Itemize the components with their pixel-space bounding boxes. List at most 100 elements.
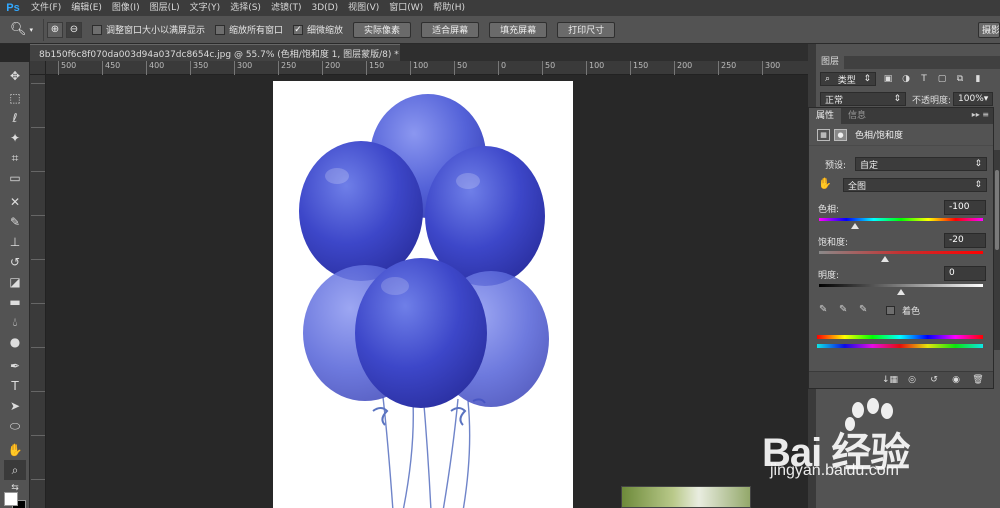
ellipse-tool-icon[interactable]: ⬭ bbox=[4, 416, 26, 436]
zoom-tool-preset[interactable]: 🔍︎ ▾ bbox=[0, 18, 44, 41]
blend-mode-select[interactable]: 正常 ⇕ bbox=[820, 92, 906, 106]
ruler-mark: 150 bbox=[366, 61, 384, 75]
chevron-down-icon: ⇕ bbox=[974, 180, 982, 190]
visibility-eye-icon[interactable]: ◉ bbox=[945, 375, 967, 385]
hand-target-icon[interactable]: ✋ bbox=[818, 177, 832, 190]
pen-tool-icon[interactable]: ✒ bbox=[4, 356, 26, 376]
type-tool-icon[interactable]: T bbox=[4, 376, 26, 396]
ruler-mark: 150 bbox=[630, 61, 648, 75]
move-tool-icon[interactable]: ✥ bbox=[4, 66, 26, 86]
trash-icon[interactable]: 🗑︎ bbox=[967, 375, 989, 385]
marquee-tool-icon[interactable]: ⬚ bbox=[4, 88, 26, 108]
brush-tool-icon[interactable]: ✎ bbox=[4, 212, 26, 232]
zoom-out-button[interactable]: ⊖ bbox=[66, 21, 82, 38]
ruler-mark: 300 bbox=[762, 61, 780, 75]
ruler-mark: 300 bbox=[234, 61, 252, 75]
menu-view[interactable]: 视图(V) bbox=[343, 0, 384, 16]
tab-layers[interactable]: 图层 bbox=[816, 56, 845, 69]
menu-image[interactable]: 图像(I) bbox=[107, 0, 145, 16]
lightness-input[interactable]: 0 bbox=[944, 266, 986, 281]
scrollbar-thumb[interactable] bbox=[995, 170, 999, 250]
panel-scrollbar[interactable] bbox=[994, 150, 1000, 350]
adjustment-icon[interactable]: ▦ bbox=[817, 128, 830, 141]
eyedropper-subtract-icon[interactable]: ✎ bbox=[859, 304, 867, 315]
eyedropper-add-icon[interactable]: ✎ bbox=[839, 304, 847, 315]
zoom-in-button[interactable]: ⊕ bbox=[47, 21, 63, 38]
ruler-mark: 100 bbox=[410, 61, 428, 75]
document-canvas[interactable] bbox=[273, 81, 573, 508]
lasso-tool-icon[interactable]: ℓ bbox=[4, 108, 26, 128]
tab-properties[interactable]: 属性 bbox=[809, 108, 842, 124]
image-filter-icon[interactable]: ▣ bbox=[882, 73, 894, 85]
type-filter-icon[interactable]: T bbox=[918, 73, 930, 85]
saturation-input[interactable]: -20 bbox=[944, 233, 986, 248]
clone-stamp-tool-icon[interactable]: ⊥ bbox=[4, 232, 26, 252]
menu-help[interactable]: 帮助(H) bbox=[428, 0, 470, 16]
layer-filter-select[interactable]: ⌕ 类型 ⇕ bbox=[820, 72, 876, 86]
zoom-all-windows-checkbox[interactable]: 缩放所有窗口 bbox=[215, 23, 283, 36]
menu-window[interactable]: 窗口(W) bbox=[384, 0, 428, 16]
reset-icon[interactable]: ↺ bbox=[923, 375, 945, 385]
resize-windows-checkbox[interactable]: 调整窗口大小以满屏显示 bbox=[92, 23, 205, 36]
opacity-field[interactable]: 100% ▾ bbox=[953, 92, 994, 106]
crop-tool-icon[interactable]: ⌗ bbox=[4, 148, 26, 168]
properties-header: ▦ ● 色相/饱和度 bbox=[809, 124, 993, 146]
magic-wand-tool-icon[interactable]: ✦ bbox=[4, 128, 26, 148]
menu-file[interactable]: 文件(F) bbox=[26, 0, 66, 16]
menu-select[interactable]: 选择(S) bbox=[225, 0, 266, 16]
lightness-slider-thumb[interactable] bbox=[897, 289, 905, 295]
workspace-button[interactable]: 摄影 bbox=[978, 21, 1000, 38]
dodge-tool-icon[interactable]: ● bbox=[4, 332, 26, 352]
scrubby-zoom-checkbox[interactable]: ✓ 细微缩放 bbox=[293, 23, 343, 36]
healing-brush-tool-icon[interactable]: ✕ bbox=[4, 192, 26, 212]
eyedropper-icon[interactable]: ✎ bbox=[819, 304, 827, 315]
document-tab[interactable]: 8b150f6c8f070da003d94a037dc8654c.jpg @ 5… bbox=[30, 44, 412, 61]
ruler-origin[interactable] bbox=[30, 61, 46, 75]
tab-info[interactable]: 信息 bbox=[841, 108, 873, 124]
hue-slider-thumb[interactable] bbox=[851, 223, 860, 229]
hand-tool-icon[interactable]: ✋ bbox=[4, 440, 26, 460]
clip-to-layer-icon[interactable]: ↓▦ bbox=[879, 375, 901, 385]
panel-menu-icon[interactable]: ▸▸ ≡ bbox=[972, 110, 989, 119]
channel-select[interactable]: 全图 ⇕ bbox=[843, 178, 987, 192]
ruler-mark bbox=[31, 479, 45, 491]
toggle-filter-icon[interactable]: ▮ bbox=[972, 73, 984, 85]
preset-select[interactable]: 自定 ⇕ bbox=[855, 157, 987, 171]
smart-object-filter-icon[interactable]: ⧉ bbox=[954, 73, 966, 85]
zoom-tool-icon[interactable]: ⌕ bbox=[4, 460, 26, 480]
view-previous-icon[interactable]: ◎ bbox=[901, 375, 923, 385]
menu-type[interactable]: 文字(Y) bbox=[185, 0, 226, 16]
colorize-checkbox[interactable]: 着色 bbox=[886, 304, 920, 317]
mask-icon[interactable]: ● bbox=[834, 128, 847, 141]
print-size-button[interactable]: 打印尺寸 bbox=[557, 21, 616, 38]
hue-slider-track[interactable] bbox=[819, 218, 983, 221]
history-brush-tool-icon[interactable]: ↺ bbox=[4, 252, 26, 272]
adjustment-filter-icon[interactable]: ◑ bbox=[900, 73, 912, 85]
blur-tool-icon[interactable]: 💧︎ bbox=[4, 312, 26, 332]
ruler-tool-icon[interactable]: ▭ bbox=[4, 168, 26, 188]
eraser-tool-icon[interactable]: ◪ bbox=[4, 272, 26, 292]
vertical-ruler[interactable] bbox=[30, 75, 46, 508]
saturation-slider-track[interactable] bbox=[819, 251, 983, 254]
actual-pixels-button[interactable]: 实际像素 bbox=[353, 21, 412, 38]
menu-layer[interactable]: 图层(L) bbox=[145, 0, 185, 16]
photoshop-window: Ps 文件(F) 编辑(E) 图像(I) 图层(L) 文字(Y) 选择(S) 滤… bbox=[0, 0, 1000, 508]
menu-3d[interactable]: 3D(D) bbox=[306, 0, 343, 16]
menu-filter[interactable]: 滤镜(T) bbox=[266, 0, 307, 16]
saturation-row: 饱和度: -20 bbox=[809, 233, 995, 263]
opacity-value: 100% bbox=[958, 94, 984, 104]
foreground-color-swatch[interactable] bbox=[4, 492, 18, 506]
saturation-slider-thumb[interactable] bbox=[880, 256, 889, 262]
shape-filter-icon[interactable]: ▢ bbox=[936, 73, 948, 85]
menu-edit[interactable]: 编辑(E) bbox=[66, 0, 107, 16]
ruler-mark: 250 bbox=[718, 61, 736, 75]
hue-input[interactable]: -100 bbox=[944, 200, 986, 215]
canvas-area[interactable] bbox=[46, 75, 808, 508]
fill-screen-button[interactable]: 填充屏幕 bbox=[489, 21, 548, 38]
ruler-mark: 50 bbox=[454, 61, 467, 75]
fit-screen-button[interactable]: 适合屏幕 bbox=[421, 21, 480, 38]
gradient-tool-icon[interactable]: ▬ bbox=[4, 292, 26, 312]
lightness-slider-track[interactable] bbox=[819, 284, 983, 287]
horizontal-ruler[interactable]: 500 450 400 350 300 250 200 150 100 50 0 50 100 150 20… bbox=[46, 61, 808, 75]
path-selection-tool-icon[interactable]: ➤ bbox=[4, 396, 26, 416]
